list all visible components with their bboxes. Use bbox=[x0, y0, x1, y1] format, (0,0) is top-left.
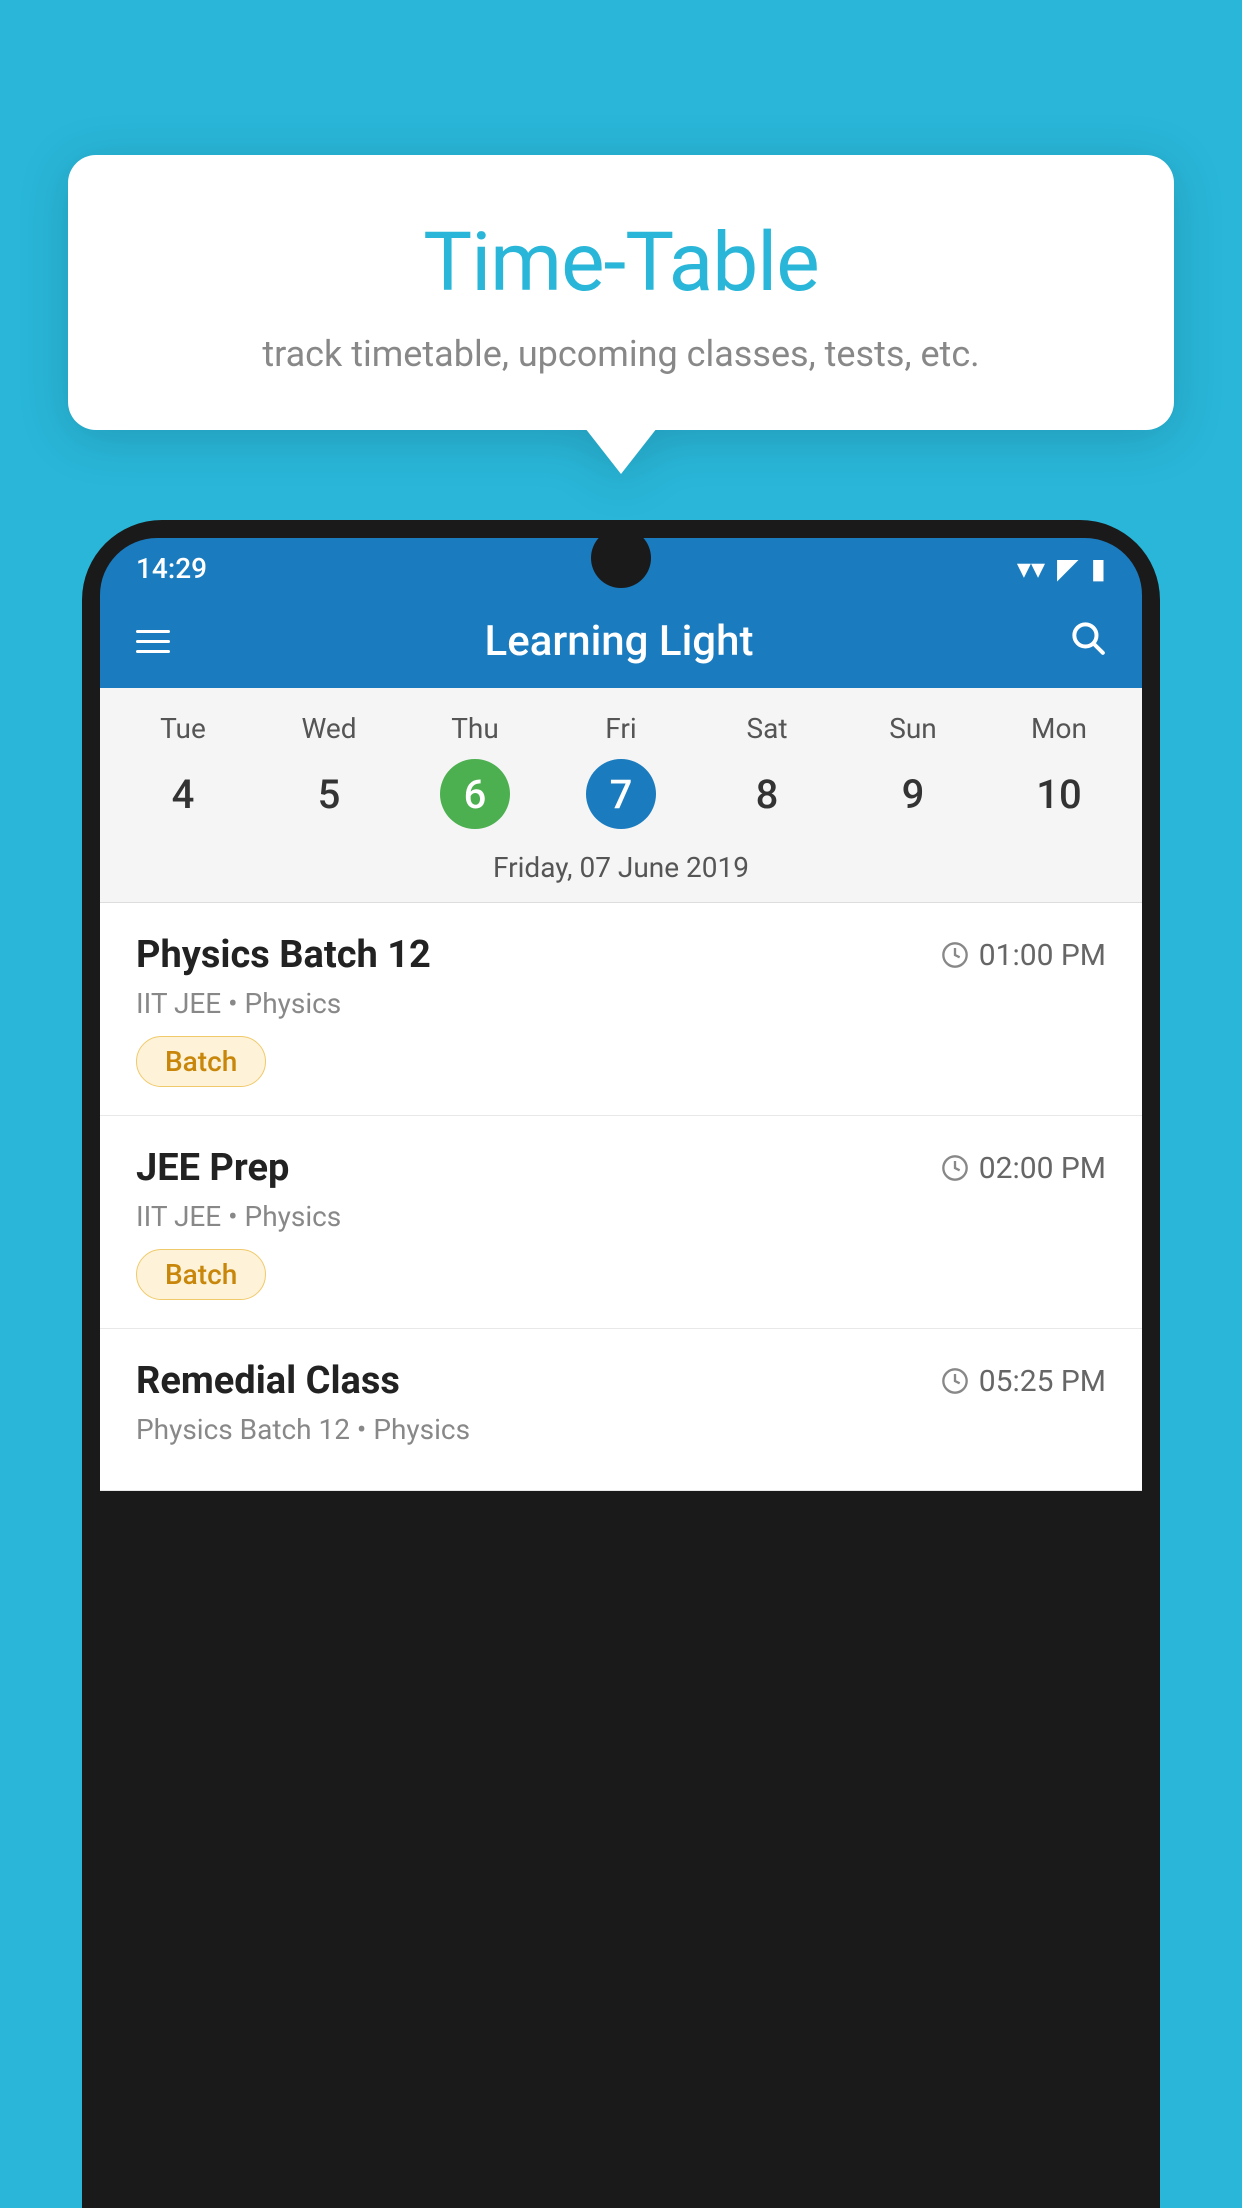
day-headers: Tue Wed Thu Fri Sat Sun Mon bbox=[100, 706, 1142, 751]
day-label-thu: Thu bbox=[402, 706, 548, 751]
day-label-mon: Mon bbox=[986, 706, 1132, 751]
app-header: Learning Light bbox=[100, 595, 1142, 688]
day-8[interactable]: 8 bbox=[732, 759, 802, 829]
day-4[interactable]: 4 bbox=[148, 759, 218, 829]
phone-outer: 14:29 ▾▾ ◤ ▮ Learning Light bbox=[82, 520, 1160, 2208]
day-6-today[interactable]: 6 bbox=[440, 759, 510, 829]
schedule-item-physics-batch[interactable]: Physics Batch 12 01:00 PM IIT JEE • Phys… bbox=[100, 903, 1142, 1116]
schedule-item-remedial[interactable]: Remedial Class 05:25 PM Physics Batch 12… bbox=[100, 1329, 1142, 1491]
schedule-name-3: Remedial Class bbox=[136, 1359, 400, 1403]
clock-icon-3 bbox=[941, 1367, 969, 1395]
clock-icon-1 bbox=[941, 941, 969, 969]
schedule-time-2: 02:00 PM bbox=[941, 1151, 1106, 1186]
schedule-time-1: 01:00 PM bbox=[941, 938, 1106, 973]
day-10[interactable]: 10 bbox=[1024, 759, 1094, 829]
schedule-name-2: JEE Prep bbox=[136, 1146, 289, 1190]
batch-badge-1: Batch bbox=[136, 1036, 266, 1087]
battery-icon: ▮ bbox=[1091, 552, 1106, 585]
day-label-wed: Wed bbox=[256, 706, 402, 751]
tooltip-card: Time-Table track timetable, upcoming cla… bbox=[68, 155, 1174, 430]
schedule-item-jee-prep[interactable]: JEE Prep 02:00 PM IIT JEE • Physics Batc… bbox=[100, 1116, 1142, 1329]
status-time: 14:29 bbox=[136, 552, 207, 585]
hamburger-menu-button[interactable] bbox=[136, 630, 170, 653]
tooltip-subtitle: track timetable, upcoming classes, tests… bbox=[118, 333, 1124, 375]
day-numbers: 4 5 6 7 8 9 10 bbox=[100, 751, 1142, 837]
schedule-item-top-3: Remedial Class 05:25 PM bbox=[136, 1359, 1106, 1403]
signal-icon: ◤ bbox=[1057, 552, 1079, 585]
day-7-selected[interactable]: 7 bbox=[586, 759, 656, 829]
calendar-strip: Tue Wed Thu Fri Sat Sun Mon 4 5 6 7 8 9 … bbox=[100, 688, 1142, 903]
day-label-tue: Tue bbox=[110, 706, 256, 751]
day-label-sat: Sat bbox=[694, 706, 840, 751]
tooltip-title: Time-Table bbox=[118, 215, 1124, 311]
search-icon[interactable] bbox=[1068, 618, 1106, 666]
schedule-list: Physics Batch 12 01:00 PM IIT JEE • Phys… bbox=[100, 903, 1142, 1491]
batch-badge-2: Batch bbox=[136, 1249, 266, 1300]
status-icons: ▾▾ ◤ ▮ bbox=[1017, 552, 1106, 585]
day-label-sun: Sun bbox=[840, 706, 986, 751]
status-bar: 14:29 ▾▾ ◤ ▮ bbox=[100, 538, 1142, 595]
selected-date-label: Friday, 07 June 2019 bbox=[100, 837, 1142, 903]
app-title: Learning Light bbox=[485, 617, 754, 666]
schedule-item-top: Physics Batch 12 01:00 PM bbox=[136, 933, 1106, 977]
day-5[interactable]: 5 bbox=[294, 759, 364, 829]
schedule-item-top-2: JEE Prep 02:00 PM bbox=[136, 1146, 1106, 1190]
schedule-sub-2: IIT JEE • Physics bbox=[136, 1200, 1106, 1233]
clock-icon-2 bbox=[941, 1154, 969, 1182]
schedule-sub-1: IIT JEE • Physics bbox=[136, 987, 1106, 1020]
phone-notch bbox=[591, 528, 651, 588]
day-label-fri: Fri bbox=[548, 706, 694, 751]
day-9[interactable]: 9 bbox=[878, 759, 948, 829]
phone-mockup: 14:29 ▾▾ ◤ ▮ Learning Light bbox=[82, 520, 1160, 2208]
schedule-time-3: 05:25 PM bbox=[941, 1364, 1106, 1399]
wifi-icon: ▾▾ bbox=[1017, 552, 1045, 585]
schedule-sub-3: Physics Batch 12 • Physics bbox=[136, 1413, 1106, 1446]
schedule-name-1: Physics Batch 12 bbox=[136, 933, 431, 977]
